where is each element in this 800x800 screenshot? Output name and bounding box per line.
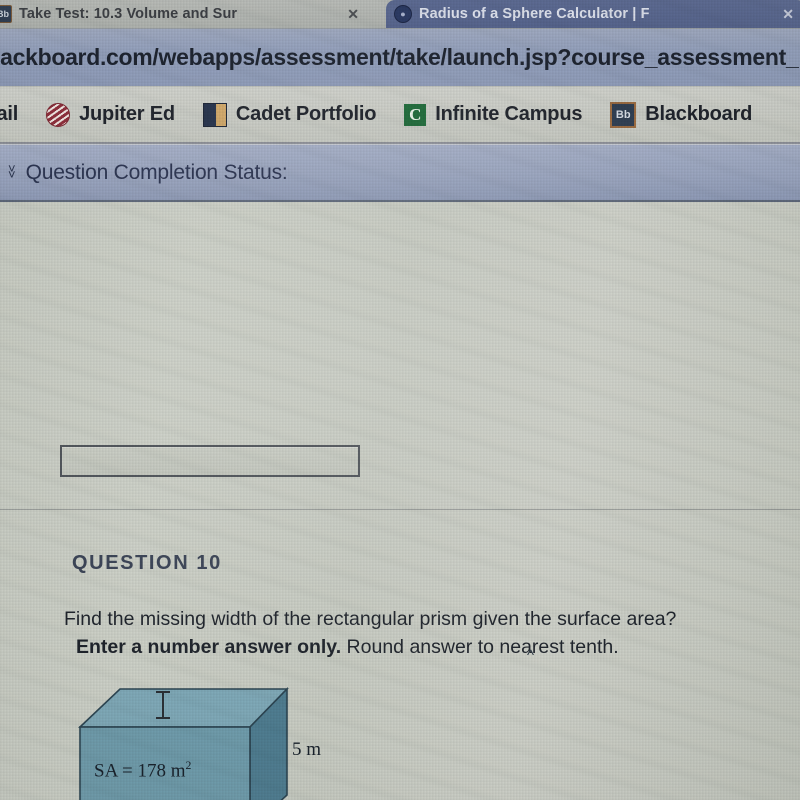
pointer-cursor-mark: ^: [527, 647, 535, 664]
bookmark-label: Infinite Campus: [435, 103, 583, 125]
bookmark-label: Jupiter Ed: [79, 103, 175, 125]
question-divider: [0, 509, 800, 510]
question-completion-status-label: Question Completion Status:: [25, 160, 288, 184]
address-bar-url: lackboard.com/webapps/assessment/take/la…: [0, 44, 799, 70]
bookmark-blackboard[interactable]: Bb Blackboard: [596, 101, 766, 128]
browser-tab-title: Radius of a Sphere Calculator | F: [419, 6, 650, 22]
jupiter-ed-icon: [46, 102, 71, 127]
question-prompt-line-2: Round answer to nearest tenth.: [341, 636, 619, 658]
test-content-area: QUESTION 10 Find the missing width of th…: [0, 202, 800, 800]
bookmark-label: Mail: [0, 103, 19, 125]
browser-tab-sphere-calculator[interactable]: ● Radius of a Sphere Calculator | F ✕: [386, 0, 800, 28]
bookmark-infinite-campus[interactable]: C Infinite Campus: [390, 103, 596, 126]
address-bar[interactable]: lackboard.com/webapps/assessment/take/la…: [0, 29, 800, 87]
bookmark-mail[interactable]: Mail: [0, 103, 32, 126]
bookmark-jupiter-ed[interactable]: Jupiter Ed: [32, 102, 189, 127]
circle-favicon-icon: ●: [394, 5, 412, 23]
bookmark-cadet-portfolio[interactable]: Cadet Portfolio: [189, 102, 390, 127]
question-number-heading: QUESTION 10: [72, 552, 222, 574]
bookmarks-bar: Mail Jupiter Ed Cadet Portfolio C Infini…: [0, 87, 800, 144]
double-chevron-down-icon[interactable]: ˅ ˅: [8, 162, 16, 181]
question-prompt-bold: Enter a number answer only.: [76, 636, 342, 658]
blackboard-favicon-icon: Bb: [0, 5, 12, 23]
previous-question-answer-input[interactable]: [60, 445, 360, 477]
question-prompt: Find the missing width of the rectangula…: [64, 605, 764, 661]
browser-tab-strip: Bb Take Test: 10.3 Volume and Sur ✕ ● Ra…: [0, 0, 800, 29]
cadet-portfolio-icon: [202, 102, 227, 127]
rectangular-prism-figure: SA = 178 m2 5 m x m 10 m: [72, 677, 362, 800]
photographed-screen: Bb Take Test: 10.3 Volume and Sur ✕ ● Ra…: [0, 0, 800, 800]
question-prompt-line-1: Find the missing width of the rectangula…: [64, 608, 677, 630]
question-completion-status-bar[interactable]: ˅ ˅ Question Completion Status:: [0, 144, 800, 202]
bookmark-label: Blackboard: [645, 103, 753, 125]
browser-tab-title: Take Test: 10.3 Volume and Sur: [19, 6, 238, 22]
surface-area-label: SA = 178 m2: [94, 759, 192, 782]
bookmark-label: Cadet Portfolio: [235, 103, 377, 125]
close-icon[interactable]: ✕: [778, 6, 798, 23]
i-beam-cursor: [156, 691, 170, 719]
infinite-campus-icon: C: [404, 103, 427, 126]
blackboard-icon: Bb: [610, 101, 637, 128]
height-label: 5 m: [292, 739, 322, 760]
close-icon[interactable]: ✕: [343, 6, 363, 23]
browser-tab-take-test[interactable]: Bb Take Test: 10.3 Volume and Sur ✕: [0, 0, 371, 28]
